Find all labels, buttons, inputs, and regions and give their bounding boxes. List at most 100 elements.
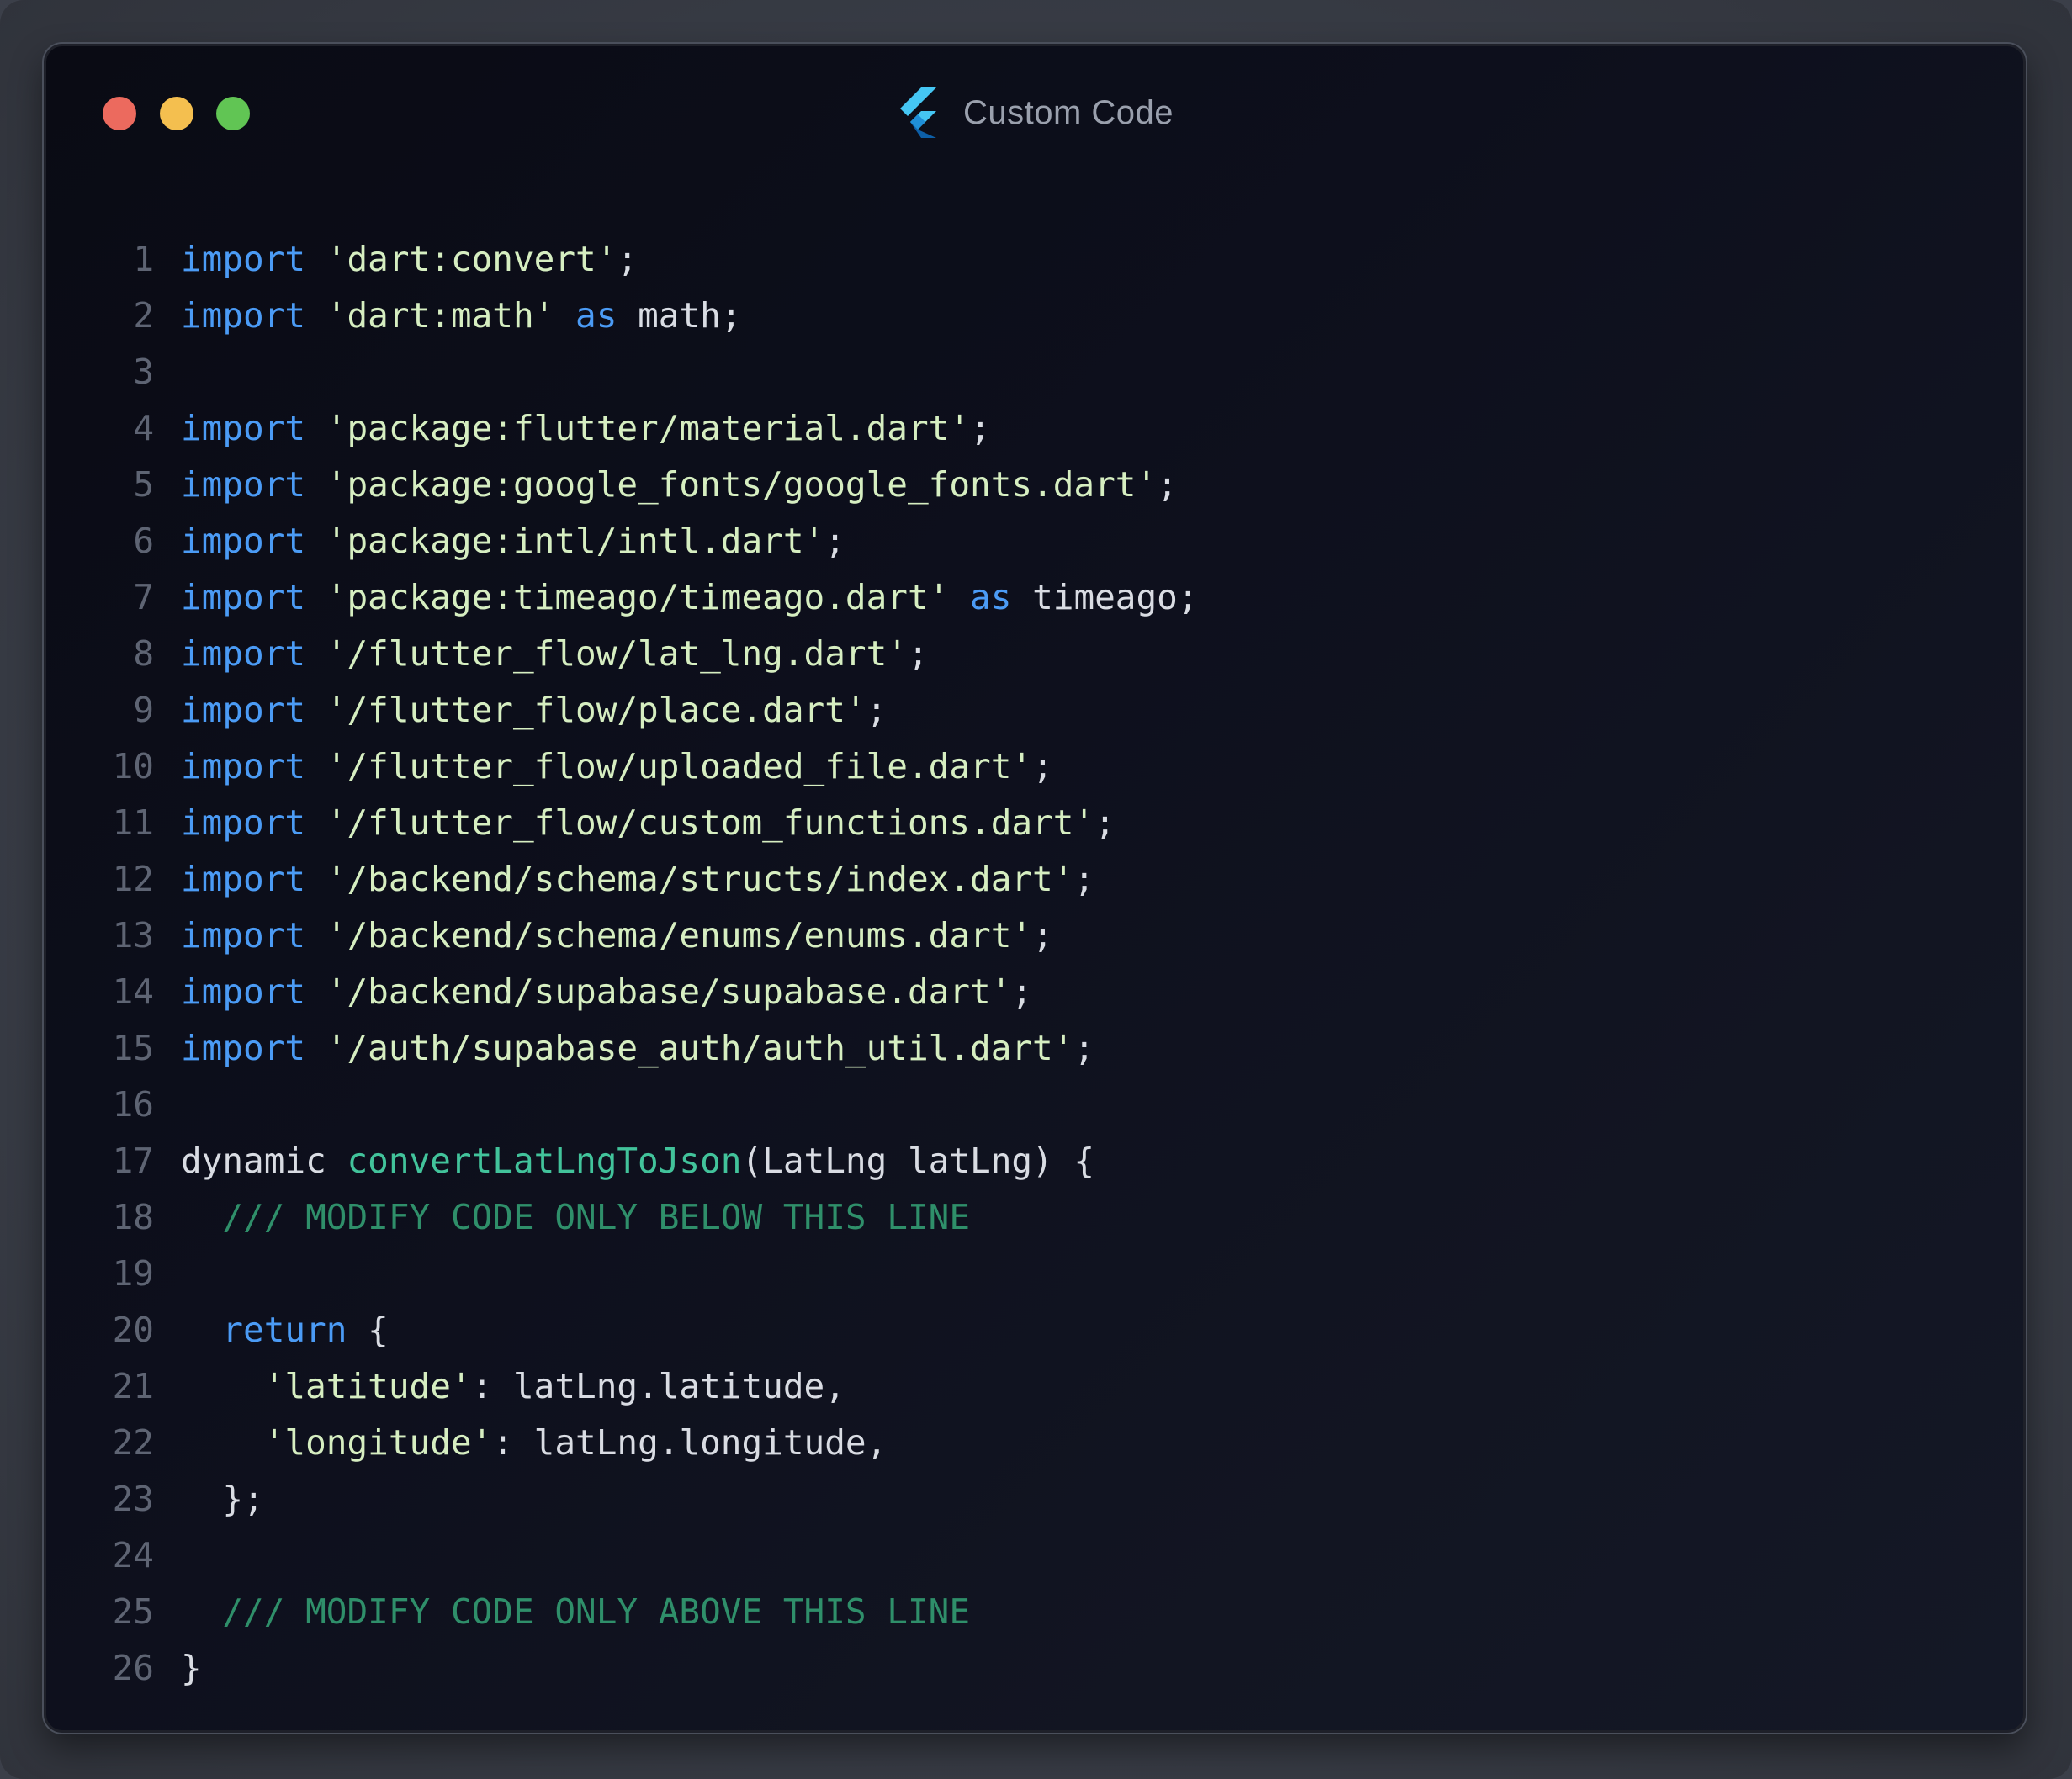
code-line: 5 import 'package:google_fonts/google_fon… xyxy=(46,457,2023,513)
code-token: timeago; xyxy=(1011,577,1199,617)
code-line: 17 dynamic convertLatLngToJson(LatLng lat… xyxy=(46,1133,2023,1189)
line-number: 2 xyxy=(133,295,154,336)
code-token: return xyxy=(222,1310,347,1350)
code-token: dynamic xyxy=(181,1141,347,1181)
code-text: import 'dart:convert'; xyxy=(181,231,638,288)
code-text: 'longitude': latLng.longitude, xyxy=(181,1415,888,1471)
code-token: ; xyxy=(1094,802,1115,843)
code-token: '/auth/supabase_auth/auth_util.dart' xyxy=(326,1028,1074,1068)
code-text: import '/backend/supabase/supabase.dart'… xyxy=(181,964,1032,1020)
line-number: 26 xyxy=(112,1648,154,1688)
code-token: import xyxy=(181,239,306,279)
code-token: '/flutter_flow/custom_functions.dart' xyxy=(326,802,1095,843)
code-line: 26} xyxy=(46,1640,2023,1697)
code-token: : latLng.longitude, xyxy=(492,1422,888,1463)
line-number: 20 xyxy=(112,1310,154,1350)
code-token: ; xyxy=(1157,464,1178,505)
screenshot-backdrop: Custom Code 1 import 'dart:convert'; 2 impo… xyxy=(0,0,2072,1779)
code-token: 'dart:math' xyxy=(326,295,555,336)
window-title-group: Custom Code xyxy=(46,86,2023,140)
code-token: math; xyxy=(617,295,742,336)
code-line: 12 import '/backend/schema/structs/index.… xyxy=(46,851,2023,908)
code-text: import '/backend/schema/enums/enums.dart… xyxy=(181,908,1053,964)
code-text: import '/flutter_flow/place.dart'; xyxy=(181,682,887,739)
code-token: import xyxy=(181,633,306,674)
line-number: 16 xyxy=(112,1084,154,1125)
code-token: ; xyxy=(824,521,845,561)
code-token: import xyxy=(181,746,306,786)
code-text: import 'package:google_fonts/google_font… xyxy=(181,457,1178,513)
code-token: ; xyxy=(970,408,991,448)
code-text: import 'package:flutter/material.dart'; xyxy=(181,400,991,457)
code-window: Custom Code 1 import 'dart:convert'; 2 impo… xyxy=(44,44,2026,1733)
line-number: 14 xyxy=(112,972,154,1012)
code-token: : latLng.latitude, xyxy=(471,1366,845,1406)
code-token: ; xyxy=(1011,972,1033,1012)
code-token: '/flutter_flow/uploaded_file.dart' xyxy=(326,746,1033,786)
code-line: 20 return { xyxy=(46,1302,2023,1358)
code-token: import xyxy=(181,295,306,336)
code-text: dynamic convertLatLngToJson(LatLng latLn… xyxy=(181,1133,1094,1189)
code-token: '/backend/supabase/supabase.dart' xyxy=(326,972,1012,1012)
line-number: 18 xyxy=(112,1197,154,1237)
code-line: 3 xyxy=(46,344,2023,400)
code-text: import '/backend/schema/structs/index.da… xyxy=(181,851,1094,908)
code-line: 18 /// MODIFY CODE ONLY BELOW THIS LINE xyxy=(46,1189,2023,1246)
code-token: 'longitude' xyxy=(263,1422,493,1463)
code-line: 6 import 'package:intl/intl.dart'; xyxy=(46,513,2023,569)
code-token: 'package:timeago/timeago.dart' xyxy=(326,577,950,617)
line-number: 17 xyxy=(112,1141,154,1181)
code-token: ; xyxy=(866,690,888,730)
code-text: import '/flutter_flow/lat_lng.dart'; xyxy=(181,626,929,682)
code-token: }; xyxy=(181,1479,264,1519)
line-number: 6 xyxy=(133,521,154,561)
code-token: import xyxy=(181,577,306,617)
code-token: 'package:intl/intl.dart' xyxy=(326,521,825,561)
code-token: '/backend/schema/structs/index.dart' xyxy=(326,859,1074,899)
code-editor[interactable]: 1 import 'dart:convert'; 2 import 'dart:mat… xyxy=(46,231,2023,1697)
line-number: 8 xyxy=(133,633,154,674)
line-number: 25 xyxy=(112,1591,154,1632)
code-token: as xyxy=(575,295,617,336)
line-number: 7 xyxy=(133,577,154,617)
code-token: 'package:flutter/material.dart' xyxy=(326,408,971,448)
code-text: } xyxy=(181,1640,202,1697)
code-token: (LatLng latLng) { xyxy=(741,1141,1095,1181)
code-text: import 'package:timeago/timeago.dart' as… xyxy=(181,569,1199,626)
line-number: 12 xyxy=(112,859,154,899)
code-line: 1 import 'dart:convert'; xyxy=(46,231,2023,288)
line-number: 13 xyxy=(112,915,154,956)
code-line: 4 import 'package:flutter/material.dart'; xyxy=(46,400,2023,457)
code-token: } xyxy=(181,1648,202,1688)
code-line: 10 import '/flutter_flow/uploaded_file.da… xyxy=(46,739,2023,795)
code-text: }; xyxy=(181,1471,264,1528)
line-number: 1 xyxy=(133,239,154,279)
code-token: { xyxy=(347,1310,389,1350)
code-line: 19 xyxy=(46,1246,2023,1302)
code-token: ; xyxy=(1073,859,1095,899)
line-number: 22 xyxy=(112,1422,154,1463)
code-text: import 'dart:math' as math; xyxy=(181,288,742,344)
code-text: 'latitude': latLng.latitude, xyxy=(181,1358,845,1415)
window-titlebar: Custom Code xyxy=(46,46,2023,181)
code-line: 16 xyxy=(46,1077,2023,1133)
code-line: 15 import '/auth/supabase_auth/auth_util.… xyxy=(46,1020,2023,1077)
line-number: 10 xyxy=(112,746,154,786)
code-token: ; xyxy=(1032,746,1053,786)
